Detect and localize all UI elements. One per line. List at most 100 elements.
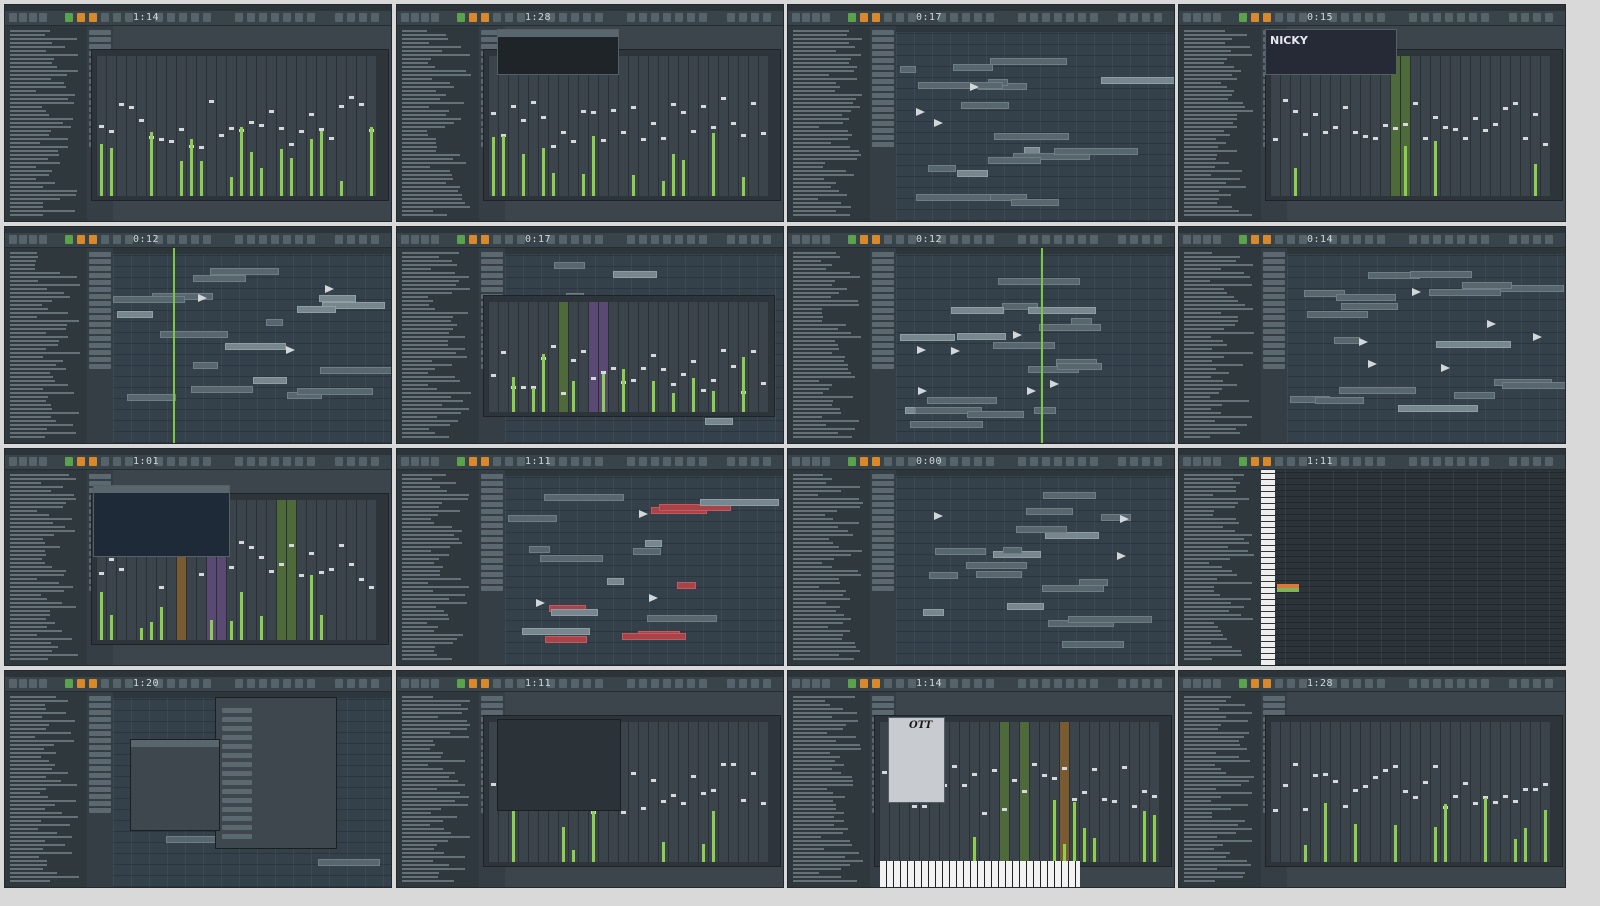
mixer-track[interactable] [1370, 722, 1380, 862]
browser-item[interactable] [402, 288, 470, 290]
browser-item[interactable] [402, 490, 447, 492]
browser-item[interactable] [402, 138, 437, 140]
mixer-track[interactable] [1400, 722, 1410, 862]
toolbar-button[interactable] [1457, 13, 1465, 22]
browser-item[interactable] [1184, 364, 1243, 366]
channel-button[interactable] [222, 834, 252, 839]
browser-item[interactable] [1184, 776, 1254, 778]
toolbar-button[interactable] [1054, 679, 1062, 688]
toolbar-button[interactable] [1275, 679, 1283, 688]
mixer-track[interactable] [488, 56, 498, 196]
browser-item[interactable] [10, 704, 45, 706]
toolbar-button[interactable] [307, 13, 315, 22]
channel-button[interactable] [872, 558, 894, 563]
file-browser[interactable] [5, 248, 88, 443]
browser-item[interactable] [793, 62, 849, 64]
toolbar-button[interactable] [359, 679, 367, 688]
channel-button[interactable] [872, 301, 894, 306]
channel-button[interactable] [872, 86, 894, 91]
mixer-track[interactable] [1520, 722, 1530, 862]
browser-item[interactable] [402, 534, 455, 536]
browser-item[interactable] [402, 606, 436, 608]
toolbar-button[interactable] [517, 679, 525, 688]
toolbar-button[interactable] [101, 679, 109, 688]
browser-item[interactable] [1184, 646, 1232, 648]
browser-item[interactable] [793, 384, 833, 386]
mixer-track[interactable] [518, 56, 528, 196]
volume-fader[interactable] [701, 388, 706, 392]
toolbar-button[interactable] [1193, 457, 1201, 466]
channel-button[interactable] [872, 474, 894, 479]
browser-item[interactable] [402, 562, 435, 564]
browser-item[interactable] [793, 502, 863, 504]
toolbar-button[interactable] [848, 235, 856, 244]
browser-item[interactable] [793, 514, 826, 516]
browser-item[interactable] [10, 490, 51, 492]
browser-item[interactable] [10, 126, 72, 128]
browser-item[interactable] [793, 368, 848, 370]
channel-button[interactable] [89, 710, 111, 715]
mixer-track[interactable] [1079, 722, 1089, 862]
toolbar-button[interactable] [1521, 457, 1529, 466]
volume-fader[interactable] [1072, 797, 1077, 801]
browser-item[interactable] [1184, 308, 1254, 310]
channel-button[interactable] [222, 762, 252, 767]
channel-button[interactable] [872, 44, 894, 49]
toolbar-button[interactable] [505, 679, 513, 688]
toolbar-button[interactable] [457, 235, 465, 244]
toolbar-button[interactable] [559, 679, 567, 688]
browser-item[interactable] [10, 502, 66, 504]
browser-item[interactable] [10, 804, 55, 806]
browser-item[interactable] [793, 872, 820, 874]
browser-item[interactable] [1184, 490, 1237, 492]
channel-button[interactable] [222, 771, 252, 776]
toolbar-button[interactable] [401, 457, 409, 466]
pattern-clip[interactable] [317, 858, 381, 866]
toolbar-button[interactable] [411, 13, 419, 22]
volume-fader[interactable] [159, 138, 164, 142]
mixer-track[interactable] [236, 500, 246, 640]
volume-fader[interactable] [1273, 808, 1278, 812]
browser-item[interactable] [1184, 280, 1211, 282]
toolbar-button[interactable] [950, 13, 958, 22]
mixer-track[interactable] [1270, 722, 1280, 862]
browser-item[interactable] [402, 380, 460, 382]
volume-fader[interactable] [309, 112, 314, 116]
volume-fader[interactable] [1453, 794, 1458, 798]
toolbar-button[interactable] [848, 457, 856, 466]
mixer-track[interactable] [236, 56, 246, 196]
toolbar-button[interactable] [884, 235, 892, 244]
browser-item[interactable] [793, 768, 832, 770]
browser-item[interactable] [10, 514, 50, 516]
toolbar-button[interactable] [822, 679, 830, 688]
browser-item[interactable] [402, 474, 447, 476]
toolbar-button[interactable] [167, 457, 175, 466]
toolbar-button[interactable] [39, 679, 47, 688]
toolbar-button[interactable] [1213, 235, 1221, 244]
browser-item[interactable] [793, 320, 823, 322]
toolbar-button[interactable] [457, 13, 465, 22]
volume-fader[interactable] [1343, 106, 1348, 110]
mixer-track[interactable] [698, 302, 708, 412]
mixer-track[interactable] [758, 56, 768, 196]
channel-button[interactable] [872, 135, 894, 140]
volume-fader[interactable] [1493, 123, 1498, 127]
browser-item[interactable] [793, 352, 833, 354]
browser-item[interactable] [793, 114, 842, 116]
browser-item[interactable] [1184, 634, 1224, 636]
toolbar-button[interactable] [1183, 457, 1191, 466]
browser-item[interactable] [1184, 828, 1252, 830]
browser-item[interactable] [1184, 82, 1222, 84]
playhead[interactable] [1041, 248, 1043, 443]
toolbar-button[interactable] [687, 235, 695, 244]
browser-item[interactable] [793, 86, 841, 88]
browser-item[interactable] [402, 186, 460, 188]
toolbar-button[interactable] [1030, 679, 1038, 688]
browser-item[interactable] [10, 264, 36, 266]
mixer-track[interactable] [1490, 722, 1500, 862]
toolbar-button[interactable] [113, 679, 121, 688]
browser-item[interactable] [402, 412, 461, 414]
browser-item[interactable] [10, 736, 36, 738]
mixer-track[interactable] [568, 302, 578, 412]
note[interactable] [1277, 588, 1299, 592]
